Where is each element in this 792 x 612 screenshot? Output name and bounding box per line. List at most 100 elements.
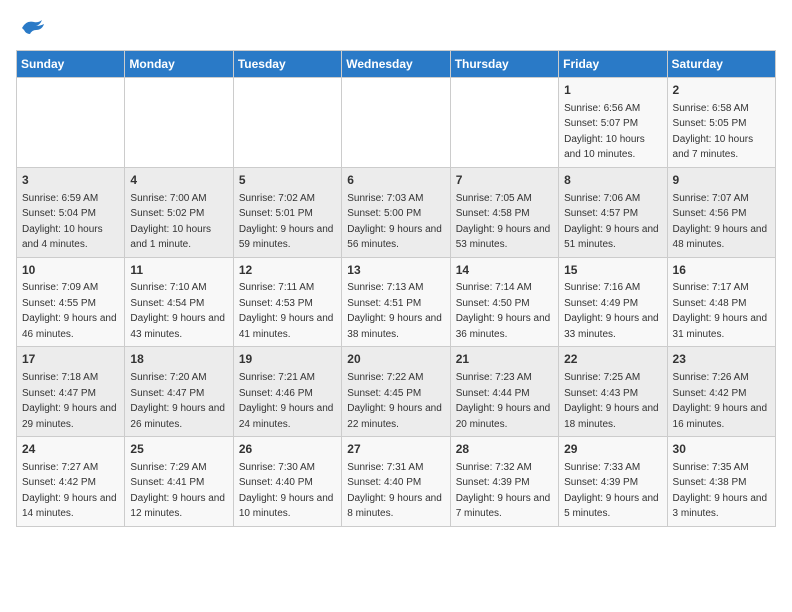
calendar-cell: 29Sunrise: 7:33 AM Sunset: 4:39 PM Dayli… [559,437,667,527]
calendar-cell: 28 Sunrise: 7:32 AM Sunset: 4:39 PM Dayli… [450,437,558,527]
calendar-cell [450,78,558,168]
calendar-cell: 22 Sunrise: 7:25 AM Sunset: 4:43 PM Dayli… [559,347,667,437]
day-info: Sunrise: 7:22 AM Sunset: 4:45 PM Dayligh… [347,372,442,430]
calendar-week-5: 24 Sunrise: 7:27 AM Sunset: 4:42 PM Dayli… [17,437,776,527]
day-info: Sunrise: 7:32 AM Sunset: 4:39 PM Dayligh… [456,462,551,520]
day-info: Sunrise: 6:56 AM Sunset: 5:07 PM Dayligh… [564,103,645,161]
day-number: 30 [673,441,770,458]
weekday-header-saturday: Saturday [667,51,775,78]
weekday-header-tuesday: Tuesday [233,51,341,78]
day-number: 5 [239,172,336,189]
calendar-cell: 21Sunrise: 7:23 AM Sunset: 4:44 PM Dayli… [450,347,558,437]
weekday-header-wednesday: Wednesday [342,51,450,78]
day-number: 17 [22,351,119,368]
day-info: Sunrise: 7:13 AM Sunset: 4:51 PM Dayligh… [347,282,442,340]
day-number: 9 [673,172,770,189]
calendar-cell [233,78,341,168]
day-info: Sunrise: 7:07 AM Sunset: 4:56 PM Dayligh… [673,193,768,251]
calendar-cell: 17Sunrise: 7:18 AM Sunset: 4:47 PM Dayli… [17,347,125,437]
calendar-cell: 5 Sunrise: 7:02 AM Sunset: 5:01 PM Daylig… [233,167,341,257]
calendar-cell: 3 Sunrise: 6:59 AM Sunset: 5:04 PM Daylig… [17,167,125,257]
calendar-cell: 7 Sunrise: 7:05 AM Sunset: 4:58 PM Daylig… [450,167,558,257]
calendar-cell: 6 Sunrise: 7:03 AM Sunset: 5:00 PM Daylig… [342,167,450,257]
calendar-cell: 11Sunrise: 7:10 AM Sunset: 4:54 PM Dayli… [125,257,233,347]
calendar-week-1: 1 Sunrise: 6:56 AM Sunset: 5:07 PM Daylig… [17,78,776,168]
day-info: Sunrise: 7:14 AM Sunset: 4:50 PM Dayligh… [456,282,551,340]
calendar-week-2: 3 Sunrise: 6:59 AM Sunset: 5:04 PM Daylig… [17,167,776,257]
day-info: Sunrise: 7:29 AM Sunset: 4:41 PM Dayligh… [130,462,225,520]
calendar-cell: 26 Sunrise: 7:30 AM Sunset: 4:40 PM Dayli… [233,437,341,527]
calendar-cell [125,78,233,168]
day-number: 11 [130,262,227,279]
calendar-cell: 4 Sunrise: 7:00 AM Sunset: 5:02 PM Daylig… [125,167,233,257]
day-number: 6 [347,172,444,189]
day-number: 1 [564,82,661,99]
day-number: 29 [564,441,661,458]
day-info: Sunrise: 7:17 AM Sunset: 4:48 PM Dayligh… [673,282,768,340]
day-number: 24 [22,441,119,458]
calendar-cell: 27 Sunrise: 7:31 AM Sunset: 4:40 PM Dayli… [342,437,450,527]
day-info: Sunrise: 7:02 AM Sunset: 5:01 PM Dayligh… [239,193,334,251]
day-number: 23 [673,351,770,368]
day-number: 3 [22,172,119,189]
calendar-cell: 30 Sunrise: 7:35 AM Sunset: 4:38 PM Dayli… [667,437,775,527]
calendar-body: 1 Sunrise: 6:56 AM Sunset: 5:07 PM Daylig… [17,78,776,527]
calendar-cell: 19 Sunrise: 7:21 AM Sunset: 4:46 PM Dayli… [233,347,341,437]
day-number: 25 [130,441,227,458]
calendar-cell: 18 Sunrise: 7:20 AM Sunset: 4:47 PM Dayli… [125,347,233,437]
day-number: 13 [347,262,444,279]
day-number: 14 [456,262,553,279]
page-header [16,16,776,38]
day-info: Sunrise: 7:06 AM Sunset: 4:57 PM Dayligh… [564,193,659,251]
calendar-cell: 1 Sunrise: 6:56 AM Sunset: 5:07 PM Daylig… [559,78,667,168]
day-info: Sunrise: 7:27 AM Sunset: 4:42 PM Dayligh… [22,462,117,520]
day-info: Sunrise: 7:26 AM Sunset: 4:42 PM Dayligh… [673,372,768,430]
weekday-header-thursday: Thursday [450,51,558,78]
day-info: Sunrise: 7:05 AM Sunset: 4:58 PM Dayligh… [456,193,551,251]
day-info: Sunrise: 7:30 AM Sunset: 4:40 PM Dayligh… [239,462,334,520]
day-info: Sunrise: 7:31 AM Sunset: 4:40 PM Dayligh… [347,462,442,520]
day-number: 20 [347,351,444,368]
calendar-cell: 8Sunrise: 7:06 AM Sunset: 4:57 PM Daylig… [559,167,667,257]
weekday-header-row: SundayMondayTuesdayWednesdayThursdayFrid… [17,51,776,78]
day-number: 19 [239,351,336,368]
calendar-week-3: 10 Sunrise: 7:09 AM Sunset: 4:55 PM Dayli… [17,257,776,347]
day-info: Sunrise: 7:09 AM Sunset: 4:55 PM Dayligh… [22,282,117,340]
calendar-cell: 2 Sunrise: 6:58 AM Sunset: 5:05 PM Daylig… [667,78,775,168]
day-number: 2 [673,82,770,99]
logo-bird-icon [18,16,46,38]
day-info: Sunrise: 6:59 AM Sunset: 5:04 PM Dayligh… [22,193,103,251]
day-info: Sunrise: 7:20 AM Sunset: 4:47 PM Dayligh… [130,372,225,430]
weekday-header-monday: Monday [125,51,233,78]
day-number: 18 [130,351,227,368]
day-number: 10 [22,262,119,279]
calendar-cell: 24 Sunrise: 7:27 AM Sunset: 4:42 PM Dayli… [17,437,125,527]
calendar-cell: 12 Sunrise: 7:11 AM Sunset: 4:53 PM Dayli… [233,257,341,347]
calendar-header: SundayMondayTuesdayWednesdayThursdayFrid… [17,51,776,78]
day-number: 27 [347,441,444,458]
day-number: 21 [456,351,553,368]
day-info: Sunrise: 7:11 AM Sunset: 4:53 PM Dayligh… [239,282,334,340]
calendar-cell [342,78,450,168]
day-number: 4 [130,172,227,189]
day-number: 16 [673,262,770,279]
calendar-cell: 20 Sunrise: 7:22 AM Sunset: 4:45 PM Dayli… [342,347,450,437]
day-info: Sunrise: 7:00 AM Sunset: 5:02 PM Dayligh… [130,193,211,251]
day-number: 7 [456,172,553,189]
calendar-cell: 13 Sunrise: 7:13 AM Sunset: 4:51 PM Dayli… [342,257,450,347]
day-info: Sunrise: 7:21 AM Sunset: 4:46 PM Dayligh… [239,372,334,430]
day-number: 22 [564,351,661,368]
calendar-cell: 25 Sunrise: 7:29 AM Sunset: 4:41 PM Dayli… [125,437,233,527]
calendar-cell: 14 Sunrise: 7:14 AM Sunset: 4:50 PM Dayli… [450,257,558,347]
day-info: Sunrise: 7:25 AM Sunset: 4:43 PM Dayligh… [564,372,659,430]
day-info: Sunrise: 7:16 AM Sunset: 4:49 PM Dayligh… [564,282,659,340]
day-number: 12 [239,262,336,279]
calendar-table: SundayMondayTuesdayWednesdayThursdayFrid… [16,50,776,527]
day-info: Sunrise: 7:35 AM Sunset: 4:38 PM Dayligh… [673,462,768,520]
day-number: 26 [239,441,336,458]
day-info: Sunrise: 6:58 AM Sunset: 5:05 PM Dayligh… [673,103,754,161]
day-number: 28 [456,441,553,458]
calendar-cell: 23 Sunrise: 7:26 AM Sunset: 4:42 PM Dayli… [667,347,775,437]
calendar-cell: 16 Sunrise: 7:17 AM Sunset: 4:48 PM Dayli… [667,257,775,347]
day-info: Sunrise: 7:03 AM Sunset: 5:00 PM Dayligh… [347,193,442,251]
